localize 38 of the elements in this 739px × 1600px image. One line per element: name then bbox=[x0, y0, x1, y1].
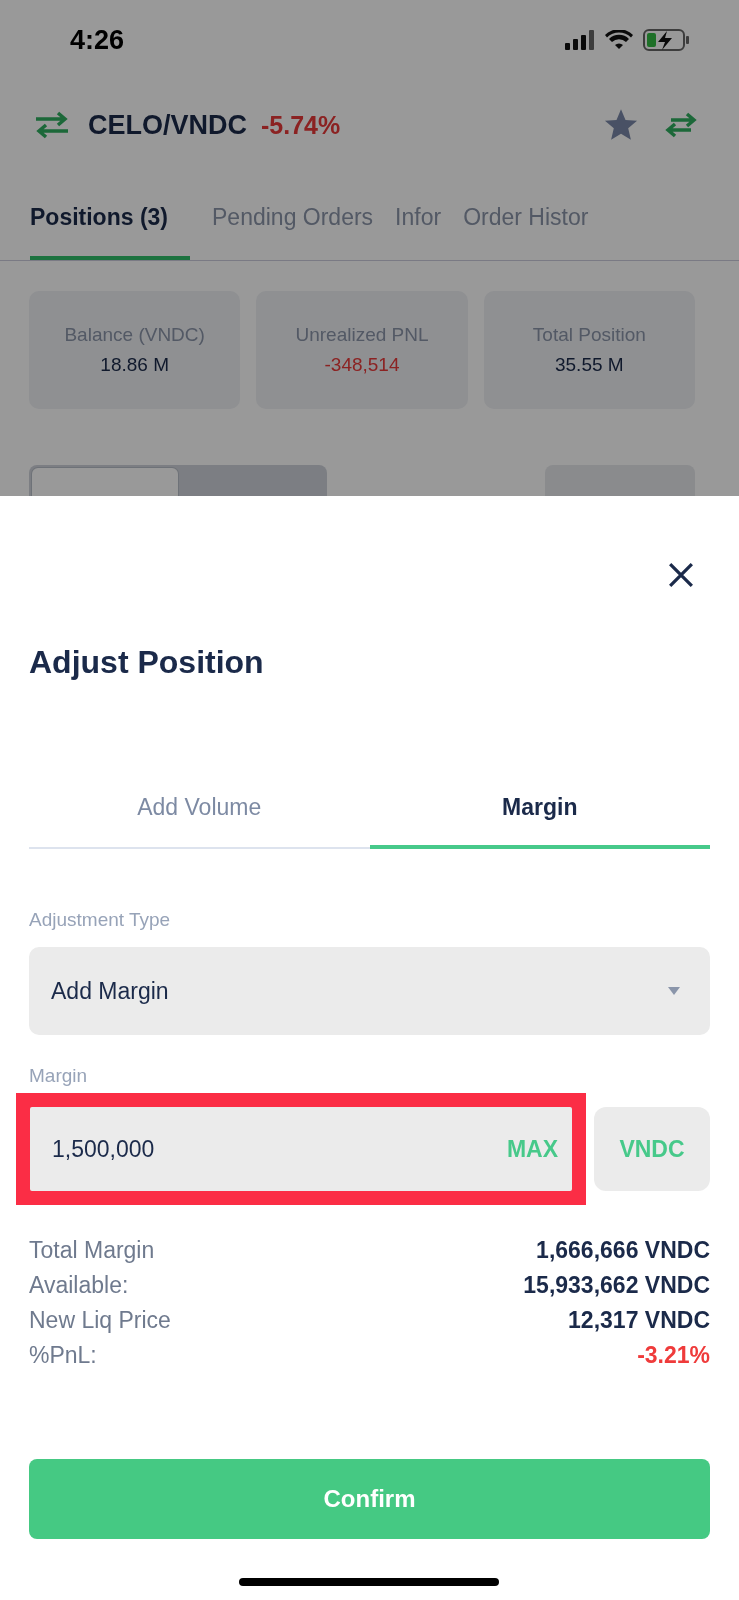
pair-title: CELO/VNDC bbox=[88, 109, 247, 141]
detail-value: -3.21% bbox=[637, 1342, 710, 1369]
exchange-icon[interactable] bbox=[663, 110, 699, 140]
detail-label: %PnL: bbox=[29, 1342, 97, 1369]
tab[interactable]: Margin bbox=[369, 794, 710, 849]
margin-input-field[interactable]: 1,500,000 MAX bbox=[30, 1107, 572, 1191]
detail-label: New Liq Price bbox=[29, 1307, 171, 1334]
detail-value: 1,666,666 VNDC bbox=[536, 1237, 710, 1264]
battery-icon bbox=[643, 29, 689, 51]
price-change: -5.74% bbox=[261, 110, 341, 140]
confirm-button[interactable]: Confirm bbox=[29, 1459, 710, 1539]
signal-icon bbox=[565, 30, 595, 50]
detail-value: 15,933,662 VNDC bbox=[523, 1272, 710, 1299]
sheet-title: Adjust Position bbox=[29, 644, 265, 681]
max-button[interactable]: MAX bbox=[506, 1135, 558, 1163]
wifi-icon bbox=[605, 30, 633, 50]
swap-arrows-icon[interactable] bbox=[34, 111, 70, 139]
status-time: 4:26 bbox=[70, 24, 125, 56]
detail-label: Available: bbox=[29, 1272, 129, 1299]
caret-icon bbox=[668, 987, 680, 995]
card-label: Unrealized PNL bbox=[295, 324, 429, 346]
currency-button[interactable]: VNDC bbox=[594, 1107, 710, 1191]
tab[interactable]: Order Histor bbox=[463, 170, 611, 260]
card-label: Total Position bbox=[532, 324, 646, 346]
tab[interactable]: Positions (3) bbox=[30, 170, 190, 260]
tab[interactable]: Add Volume bbox=[29, 794, 370, 849]
field-label: Adjustment Type bbox=[29, 909, 172, 931]
tab[interactable]: Pending Orders bbox=[212, 170, 396, 260]
field-label: Margin bbox=[29, 1065, 89, 1087]
tab[interactable]: Infor bbox=[395, 170, 464, 260]
card-value: 18.86 M bbox=[100, 354, 169, 376]
card-label: Balance (VNDC) bbox=[64, 324, 205, 346]
close-icon[interactable] bbox=[668, 562, 694, 588]
detail-value: 12,317 VNDC bbox=[568, 1307, 710, 1334]
detail-label: Total Margin bbox=[29, 1237, 155, 1264]
card-value: 35.55 M bbox=[555, 354, 624, 376]
adjustment-type-dropdown[interactable]: Add Margin bbox=[29, 947, 710, 1035]
card-value: -348,514 bbox=[324, 354, 400, 376]
